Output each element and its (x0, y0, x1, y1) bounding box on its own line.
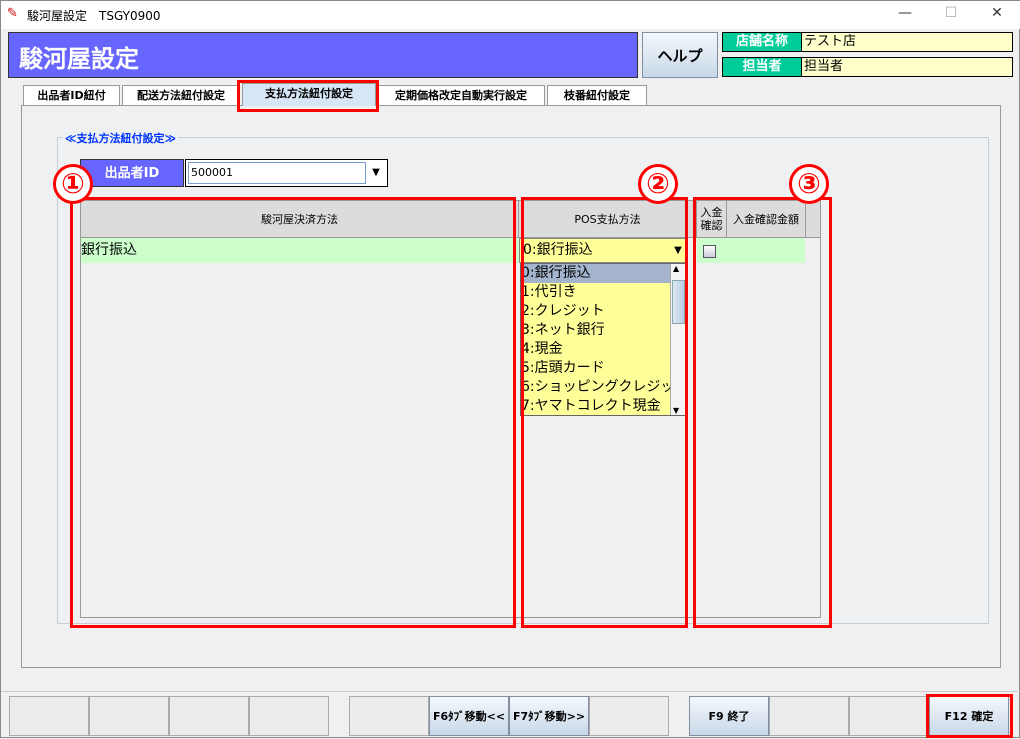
group-title: ≪支払方法紐付設定≫ (63, 130, 179, 146)
tab-price-revision[interactable]: 定期価格改定自動実行設定 (377, 85, 545, 106)
tab-shipping[interactable]: 配送方法紐付設定 (122, 85, 240, 106)
title-bar: ✎ 駿河屋設定 TSGY0900 — ☐ ✕ (1, 1, 1020, 29)
seller-id-label: 出品者ID (80, 159, 184, 187)
fkey-f5[interactable] (349, 696, 429, 736)
minimize-button[interactable]: — (885, 5, 925, 25)
fkey-f11[interactable] (849, 696, 929, 736)
chevron-down-icon[interactable]: ▼ (367, 162, 385, 184)
maximize-button[interactable]: ☐ (931, 5, 971, 25)
app-icon: ✎ (7, 6, 18, 21)
fkey-f10[interactable] (769, 696, 849, 736)
f6-tab-prev-button[interactable]: F6ﾀﾌﾞ移動<< (429, 696, 509, 736)
staff-label: 担当者 (722, 57, 802, 77)
fkey-f2[interactable] (89, 696, 169, 736)
tab-seller-id[interactable]: 出品者ID紐付 (23, 85, 120, 106)
annotation-box-1 (70, 197, 516, 628)
fkey-f1[interactable] (9, 696, 89, 736)
close-button[interactable]: ✕ (977, 5, 1017, 25)
tab-branch-number[interactable]: 枝番紐付設定 (547, 85, 647, 106)
window-title: 駿河屋設定 TSGY0900 (27, 9, 161, 23)
f7-tab-next-button[interactable]: F7ﾀﾌﾞ移動>> (509, 696, 589, 736)
fkey-f8[interactable] (589, 696, 669, 736)
highlight-box (237, 80, 379, 112)
help-button[interactable]: ヘルプ (642, 32, 718, 78)
marker-2: ② (638, 164, 678, 204)
fkey-f3[interactable] (169, 696, 249, 736)
highlight-box-f12 (926, 694, 1013, 738)
staff-value: 担当者 (801, 57, 1013, 77)
annotation-box-3 (693, 197, 832, 628)
f9-exit-button[interactable]: F9 終了 (689, 696, 769, 736)
header-banner: 駿河屋設定 (8, 32, 638, 78)
page-title: 駿河屋設定 (19, 45, 139, 73)
marker-1: ① (53, 164, 93, 204)
marker-3: ③ (789, 164, 829, 204)
seller-id-input[interactable]: 500001 (188, 162, 366, 184)
fkey-f4[interactable] (249, 696, 329, 736)
annotation-box-2 (521, 197, 688, 628)
store-name-value: テスト店 (801, 32, 1013, 52)
store-name-label: 店舗名称 (722, 32, 802, 52)
seller-id-combo[interactable]: 500001 ▼ (185, 159, 388, 187)
